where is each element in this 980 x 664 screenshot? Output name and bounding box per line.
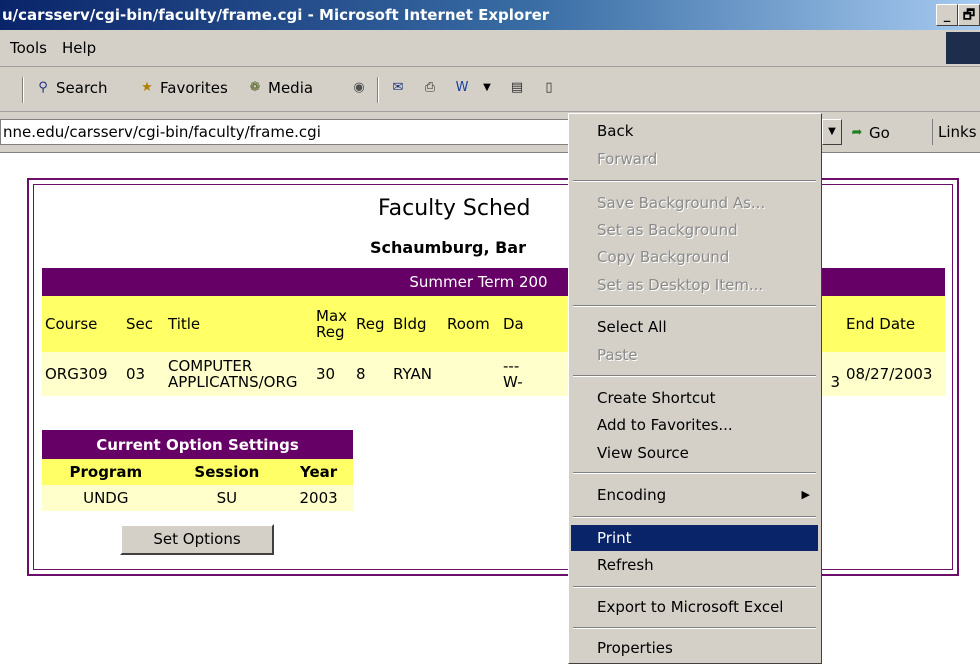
history-icon[interactable]: ◉ [350, 79, 368, 97]
col-course: Course [45, 315, 98, 333]
set-options-button[interactable]: Set Options [120, 524, 274, 555]
cell-sec: 03 [126, 365, 146, 383]
go-arrow-icon: ➦ [851, 125, 863, 140]
menu-bar: Tools Help [0, 30, 980, 67]
opt-value-session: SU [216, 489, 238, 507]
cell-title: COMPUTER APPLICATNS/ORG [168, 357, 298, 391]
ctx-add-to-favorites[interactable]: Add to Favorites... [571, 412, 818, 438]
window-title: u/carsserv/cgi-bin/faculty/frame.cgi - M… [2, 6, 550, 24]
address-dropdown-button[interactable]: ▼ [822, 119, 842, 145]
word-edit-icon[interactable]: W [453, 79, 471, 97]
ie-throbber-logo [946, 32, 980, 64]
ctx-create-shortcut[interactable]: Create Shortcut [571, 385, 818, 411]
cell-days-bottom: W- [503, 373, 523, 391]
media-label: Media [268, 79, 314, 97]
cell-end-date: 08/27/2003 [846, 365, 933, 383]
ctx-select-all[interactable]: Select All [571, 314, 818, 340]
search-icon: ⚲ [38, 80, 48, 95]
col-room: Room [447, 315, 490, 333]
mail-icon[interactable]: ✉ [389, 79, 407, 97]
col-title: Title [168, 315, 201, 333]
cell-room [444, 352, 500, 396]
page-title: Faculty Sched [378, 196, 531, 221]
favorites-button[interactable]: ★ Favorites [138, 79, 228, 97]
favorites-icon: ★ [141, 80, 153, 95]
ctx-save-background[interactable]: Save Background As... [571, 190, 818, 216]
col-sec: Sec [126, 315, 153, 333]
toolbar-separator [22, 77, 24, 103]
maximize-button[interactable]: 🗗 [958, 4, 980, 26]
ctx-paste[interactable]: Paste [571, 342, 818, 368]
ctx-forward[interactable]: Forward [571, 146, 818, 172]
opt-header-program: Program [69, 463, 143, 481]
address-url: nne.edu/carsserv/cgi-bin/faculty/frame.c… [3, 123, 321, 141]
opt-header-year: Year [300, 463, 338, 481]
window-title-bar[interactable]: u/carsserv/cgi-bin/faculty/frame.cgi - M… [0, 0, 980, 30]
media-icon: ❁ [249, 80, 261, 95]
menu-help[interactable]: Help [62, 39, 96, 57]
ctx-print[interactable]: Print [571, 525, 818, 551]
page-subtitle: Schaumburg, Bar [370, 238, 526, 257]
menu-separator [573, 305, 816, 307]
option-value-row: UNDG SU 2003 [42, 485, 353, 511]
toolbar: ⚲ Search ★ Favorites ❁ Media ◉ ✉ ⎙ W ▼ ▤… [0, 67, 980, 112]
ctx-encoding-label: Encoding [597, 486, 667, 504]
cell-reg: 8 [356, 365, 366, 383]
discuss-icon[interactable]: ▤ [508, 79, 526, 97]
ctx-set-desktop-item[interactable]: Set as Desktop Item... [571, 272, 818, 298]
search-label: Search [56, 79, 108, 97]
cell-bldg: RYAN [393, 365, 432, 383]
menu-separator [573, 472, 816, 474]
messenger-icon[interactable]: ▯ [540, 79, 558, 97]
print-icon[interactable]: ⎙ [421, 79, 439, 97]
ctx-copy-background[interactable]: Copy Background [571, 244, 818, 270]
address-bar: nne.edu/carsserv/cgi-bin/faculty/frame.c… [0, 112, 980, 153]
submenu-arrow-icon: ▶ [801, 488, 810, 501]
minimize-button[interactable]: _ [936, 4, 958, 26]
cell-max-reg: 30 [316, 365, 336, 383]
cell-course: ORG309 [45, 365, 108, 383]
ctx-properties[interactable]: Properties [571, 635, 818, 661]
col-bldg: Bldg [393, 315, 427, 333]
ctx-encoding[interactable]: Encoding ▶ [571, 482, 818, 508]
toolbar-separator [377, 77, 379, 103]
option-settings-table: Current Option Settings Program Session … [42, 430, 353, 511]
links-button[interactable]: Links [932, 119, 977, 145]
option-header-row: Program Session Year [42, 459, 353, 485]
col-max-reg: Max Reg [316, 307, 348, 341]
opt-value-year: 2003 [299, 489, 338, 507]
ctx-back[interactable]: Back [571, 118, 818, 144]
menu-separator [573, 180, 816, 182]
ctx-view-source[interactable]: View Source [571, 440, 818, 466]
media-button[interactable]: ❁ Media [246, 79, 314, 97]
menu-separator [573, 627, 816, 629]
option-settings-caption: Current Option Settings [42, 430, 353, 459]
go-label: Go [869, 124, 890, 142]
term-label: Summer Term 200 [409, 273, 548, 291]
menu-separator [573, 516, 816, 518]
col-reg: Reg [356, 315, 385, 333]
opt-header-session: Session [194, 463, 260, 481]
favorites-label: Favorites [160, 79, 228, 97]
context-menu: Back Forward Save Background As... Set a… [568, 113, 822, 664]
chevron-down-icon[interactable]: ▼ [478, 79, 496, 97]
opt-value-program: UNDG [83, 489, 129, 507]
chevron-down-icon: ▼ [828, 126, 836, 137]
col-end-date: End Date [846, 315, 916, 333]
search-button[interactable]: ⚲ Search [34, 79, 108, 97]
cell-cut-value: 3 [830, 373, 840, 391]
ctx-export-excel[interactable]: Export to Microsoft Excel [571, 594, 818, 620]
ctx-set-background[interactable]: Set as Background [571, 217, 818, 243]
ctx-refresh[interactable]: Refresh [571, 552, 818, 578]
menu-separator [573, 375, 816, 377]
go-button[interactable]: ➦ Go [848, 124, 890, 142]
menu-separator [573, 586, 816, 588]
menu-tools[interactable]: Tools [10, 39, 47, 57]
